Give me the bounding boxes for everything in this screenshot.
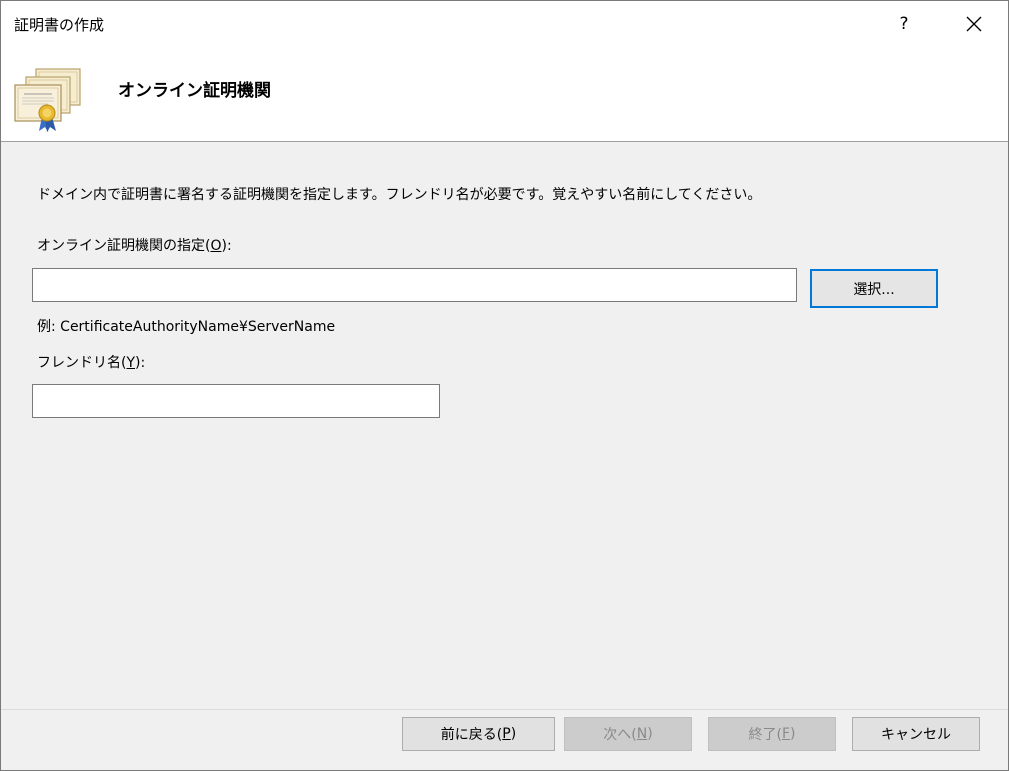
- help-icon: ?: [899, 14, 909, 34]
- cancel-button[interactable]: キャンセル: [852, 717, 980, 751]
- description-text: ドメイン内で証明書に署名する証明機関を指定します。フレンドリ名が必要です。覚えや…: [37, 187, 762, 203]
- back-button[interactable]: 前に戻る(P): [402, 717, 555, 751]
- footer-divider: [1, 709, 1008, 710]
- title-bar: 証明書の作成 ?: [1, 1, 1008, 47]
- example-text: 例: CertificateAuthorityName¥ServerName: [37, 319, 336, 335]
- help-button[interactable]: ?: [881, 1, 927, 47]
- window-title: 証明書の作成: [14, 16, 105, 34]
- friendly-name-label: フレンドリ名(Y):: [37, 355, 146, 371]
- friendly-name-input[interactable]: [32, 384, 440, 418]
- ca-label: オンライン証明機関の指定(O):: [37, 238, 232, 254]
- create-certificate-dialog: 証明書の作成 ? オンライン証明機関 ドメイン内で証明書に署名する証明機関を指定…: [0, 0, 1009, 771]
- finish-button[interactable]: 終了(F): [708, 717, 836, 751]
- close-icon: [966, 16, 982, 32]
- close-button[interactable]: [951, 1, 997, 47]
- next-button[interactable]: 次へ(N): [564, 717, 692, 751]
- page-title: オンライン証明機関: [118, 81, 271, 101]
- wizard-header: オンライン証明機関: [1, 47, 1008, 142]
- ca-input[interactable]: [32, 268, 797, 302]
- select-button[interactable]: 選択...: [810, 269, 938, 308]
- certificate-icon: [14, 68, 81, 132]
